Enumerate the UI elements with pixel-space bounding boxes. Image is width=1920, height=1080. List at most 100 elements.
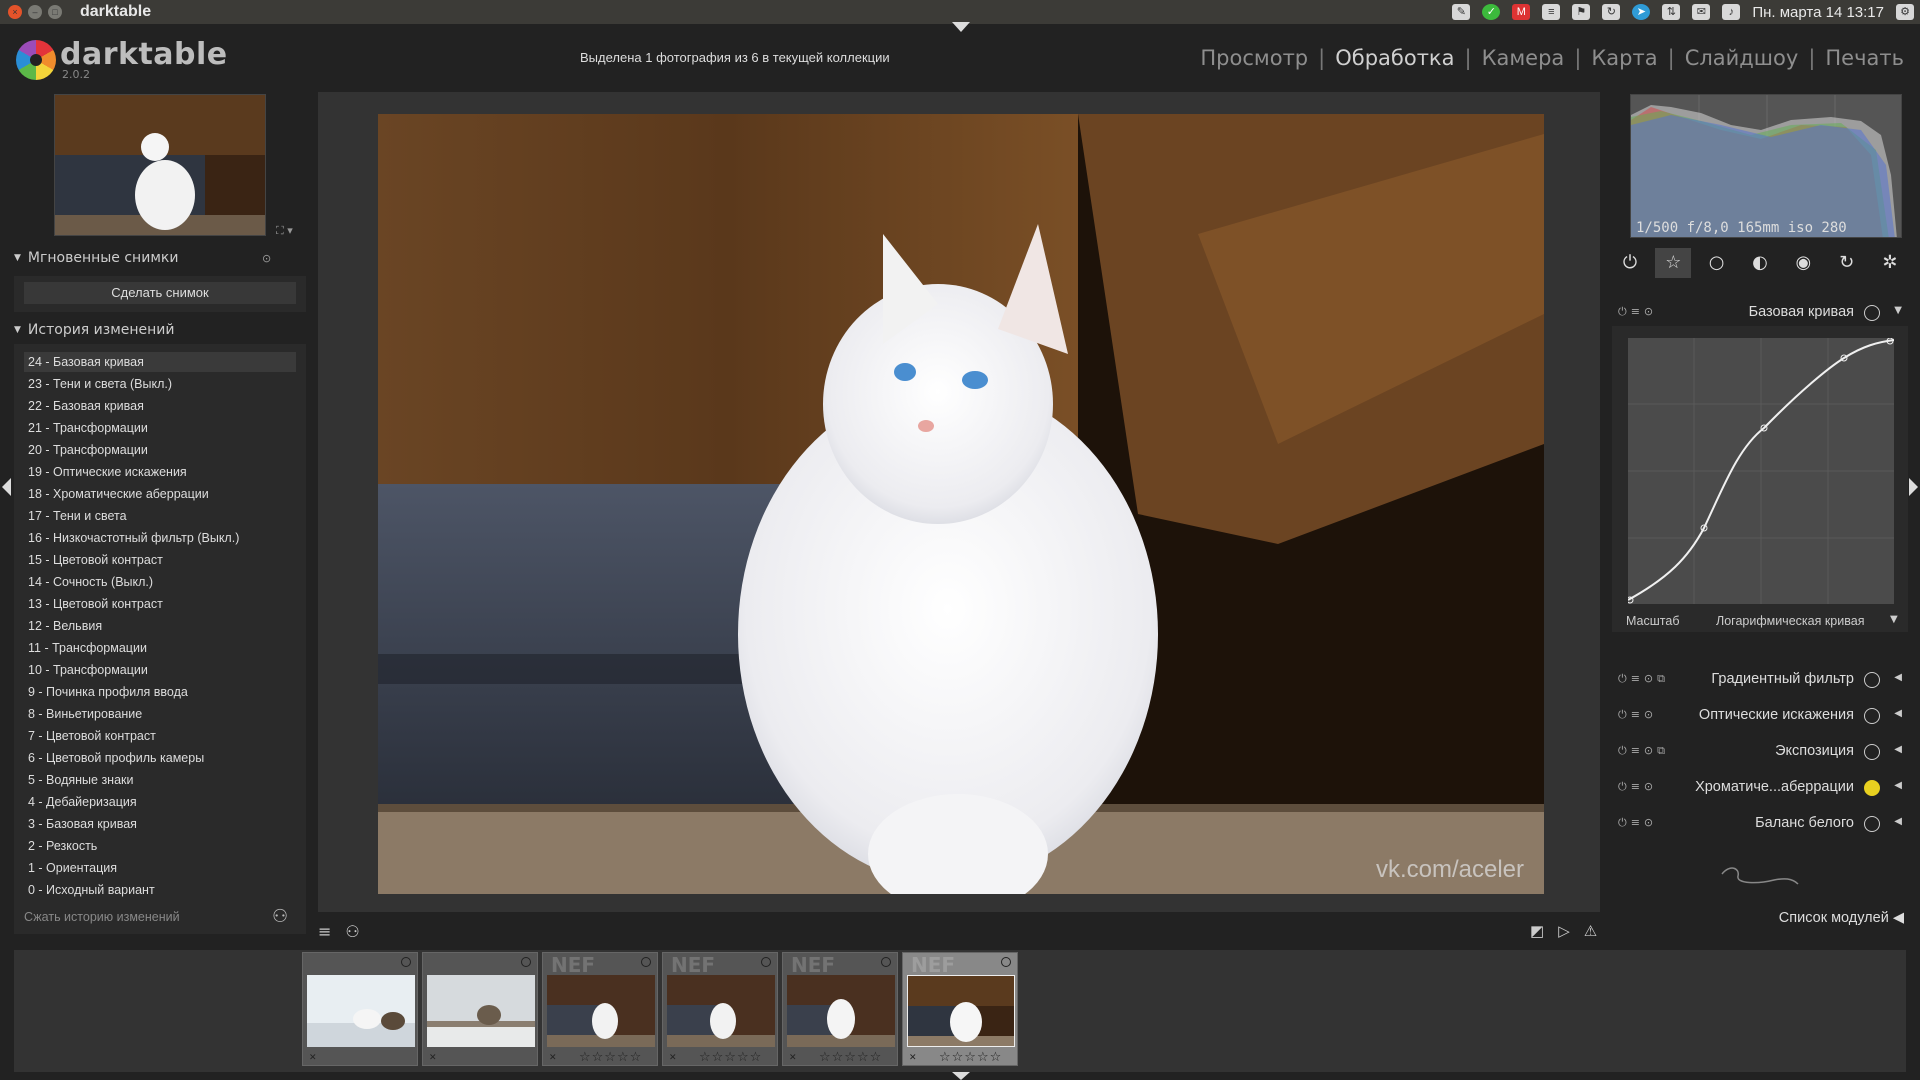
collapse-top-panel-arrow-icon[interactable] <box>952 22 970 32</box>
reject-icon[interactable]: ✕ <box>429 1053 437 1063</box>
module-header-graduated-filter[interactable]: ⏻≡⊙⧉ Градиентный фильтр ◀ <box>1612 665 1908 695</box>
maximize-window-icon[interactable]: □ <box>48 5 62 19</box>
notes-icon[interactable]: ✎ <box>1452 4 1471 20</box>
history-item[interactable]: 16 - Низкочастотный фильтр (Выкл.) <box>24 528 296 548</box>
snapshots-header[interactable]: ▼ Мгновенные снимки ⊙ <box>14 250 271 266</box>
history-item[interactable]: 22 - Базовая кривая <box>24 396 296 416</box>
star-rating[interactable]: ☆☆☆☆☆ <box>699 1050 762 1065</box>
history-item[interactable]: 9 - Починка профиля ввода <box>24 682 296 702</box>
filmstrip-thumbnail[interactable]: NEF ✕ ☆☆☆☆☆ <box>662 952 778 1066</box>
module-controls-icon[interactable]: ⏻≡⊙⧉ <box>1618 744 1669 758</box>
minimize-window-icon[interactable]: – <box>28 5 42 19</box>
view-print[interactable]: Печать <box>1825 46 1904 70</box>
history-item[interactable]: 19 - Оптические искажения <box>24 462 296 482</box>
history-header[interactable]: ▼ История изменений <box>14 322 175 338</box>
sync-icon[interactable]: ↻ <box>1602 4 1621 20</box>
gamut-check-icon[interactable]: ⚠ <box>1584 922 1597 940</box>
module-controls-icon[interactable]: ⏻≡⊙ <box>1618 816 1657 830</box>
star-rating[interactable]: ☆☆☆☆☆ <box>579 1050 642 1065</box>
history-item[interactable]: 13 - Цветовой контраст <box>24 594 296 614</box>
module-list-button[interactable]: Список модулей ◀ <box>1779 910 1904 926</box>
collapse-arrow-icon[interactable]: ◀ <box>1894 672 1902 683</box>
collapse-right-panel-arrow-icon[interactable] <box>1909 478 1918 496</box>
network-icon[interactable]: ⇅ <box>1662 4 1681 20</box>
reject-icon[interactable]: ✕ <box>309 1053 317 1063</box>
history-item[interactable]: 21 - Трансформации <box>24 418 296 438</box>
collapse-arrow-icon[interactable]: ◀ <box>1894 780 1902 791</box>
module-controls-icon[interactable]: ⏻≡⊙ <box>1618 305 1657 319</box>
module-header-white-balance[interactable]: ⏻≡⊙ Баланс белого ◀ <box>1612 809 1908 839</box>
softproof-icon[interactable]: ▷ <box>1558 922 1570 940</box>
altered-icon[interactable] <box>641 957 651 967</box>
history-item[interactable]: 1 - Ориентация <box>24 858 296 878</box>
history-item[interactable]: 23 - Тени и света (Выкл.) <box>24 374 296 394</box>
volume-icon[interactable]: ♪ <box>1722 4 1741 20</box>
scale-select[interactable]: Логарифмическая кривая <box>1716 614 1864 628</box>
history-item[interactable]: 11 - Трансформации <box>24 638 296 658</box>
history-item[interactable]: 12 - Вельвия <box>24 616 296 636</box>
history-item[interactable]: 14 - Сочность (Выкл.) <box>24 572 296 592</box>
collapse-left-panel-arrow-icon[interactable] <box>2 478 11 496</box>
filmstrip-thumbnail[interactable]: ✕ <box>302 952 418 1066</box>
module-controls-icon[interactable]: ⏻≡⊙⧉ <box>1618 672 1669 686</box>
reject-icon[interactable]: ✕ <box>789 1053 797 1063</box>
history-item[interactable]: 6 - Цветовой профиль камеры <box>24 748 296 768</box>
history-item[interactable]: 10 - Трансформации <box>24 660 296 680</box>
history-item[interactable]: 5 - Водяные знаки <box>24 770 296 790</box>
basic-group-circle-icon[interactable]: ○ <box>1699 248 1735 278</box>
collapse-arrow-icon[interactable]: ◀ <box>1894 816 1902 827</box>
correction-group-icon[interactable]: ↻ <box>1829 248 1865 278</box>
history-item[interactable]: 2 - Резкость <box>24 836 296 856</box>
star-rating[interactable]: ☆☆☆☆☆ <box>939 1050 1002 1065</box>
reject-icon[interactable]: ✕ <box>549 1053 557 1063</box>
clipboard-icon[interactable]: ≡ <box>1542 4 1561 20</box>
view-tethering[interactable]: Камера <box>1482 46 1565 70</box>
history-item[interactable]: 0 - Исходный вариант <box>24 880 296 900</box>
reset-icon[interactable]: ⊙ <box>262 252 271 265</box>
create-style-icon[interactable]: ⚇ <box>272 906 288 927</box>
compress-history-button[interactable]: Сжать историю изменений <box>24 910 180 924</box>
telegram-icon[interactable]: ➤ <box>1632 4 1651 20</box>
history-item[interactable]: 8 - Виньетирование <box>24 704 296 724</box>
altered-icon[interactable] <box>1001 957 1011 967</box>
filmstrip-thumbnail[interactable]: NEF ✕ ☆☆☆☆☆ <box>782 952 898 1066</box>
altered-icon[interactable] <box>881 957 891 967</box>
altered-icon[interactable] <box>401 957 411 967</box>
dropdown-arrow-icon[interactable]: ▼ <box>1890 614 1898 625</box>
star-rating[interactable]: ☆☆☆☆☆ <box>819 1050 882 1065</box>
history-item[interactable]: 24 - Базовая кривая <box>24 352 296 372</box>
mail-client-icon[interactable]: M <box>1512 4 1531 20</box>
color-group-icon[interactable]: ◉ <box>1785 248 1821 278</box>
module-controls-icon[interactable]: ⏻≡⊙ <box>1618 780 1657 794</box>
check-icon[interactable]: ✓ <box>1482 4 1501 20</box>
navigation-thumbnail[interactable] <box>54 94 266 236</box>
close-window-icon[interactable]: × <box>8 5 22 19</box>
history-item[interactable]: 18 - Хроматические аберрации <box>24 484 296 504</box>
reject-icon[interactable]: ✕ <box>669 1053 677 1063</box>
keyboard-layout-icon[interactable]: ⚑ <box>1572 4 1591 20</box>
collapse-filmstrip-arrow-icon[interactable] <box>952 1072 970 1080</box>
filmstrip-thumbnail-selected[interactable]: NEF ✕ ☆☆☆☆☆ <box>902 952 1018 1066</box>
view-map[interactable]: Карта <box>1591 46 1657 70</box>
module-header-chromatic-aberrations[interactable]: ⏻≡⊙ Хроматиче...аберрации ◀ <box>1612 773 1908 803</box>
view-darkroom[interactable]: Обработка <box>1335 46 1454 70</box>
view-lighttable[interactable]: Просмотр <box>1200 46 1308 70</box>
module-header-exposure[interactable]: ⏻≡⊙⧉ Экспозиция ◀ <box>1612 737 1908 767</box>
envelope-icon[interactable]: ✉ <box>1692 4 1711 20</box>
clock[interactable]: Пн. марта 14 13:17 <box>1752 4 1884 21</box>
altered-icon[interactable] <box>761 957 771 967</box>
history-item[interactable]: 3 - Базовая кривая <box>24 814 296 834</box>
power-group-icon[interactable]: ⏻ <box>1612 248 1648 278</box>
settings-gear-icon[interactable]: ⚙ <box>1896 4 1914 20</box>
history-item[interactable]: 17 - Тени и света <box>24 506 296 526</box>
view-slideshow[interactable]: Слайдшоу <box>1685 46 1799 70</box>
tone-group-icon[interactable]: ◐ <box>1742 248 1778 278</box>
filmstrip-thumbnail[interactable]: ✕ <box>422 952 538 1066</box>
curve-editor[interactable] <box>1626 337 1895 604</box>
histogram[interactable] <box>1630 94 1902 238</box>
styles-icon[interactable]: ⚇ <box>345 922 359 941</box>
raw-overexposed-icon[interactable]: ◩ <box>1530 922 1544 940</box>
reject-icon[interactable]: ✕ <box>909 1053 917 1063</box>
expand-arrow-icon[interactable]: ▼ <box>1894 305 1902 316</box>
history-item[interactable]: 4 - Дебайеризация <box>24 792 296 812</box>
